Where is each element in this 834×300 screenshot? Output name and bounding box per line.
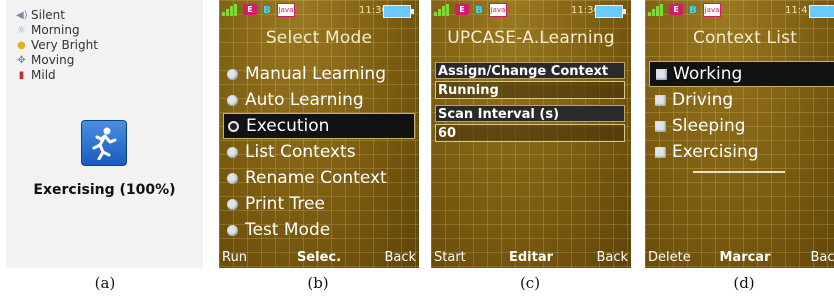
context-label: Mild bbox=[31, 68, 56, 82]
checkbox-icon[interactable] bbox=[655, 146, 666, 158]
assign-context-label: Assign/Change Context bbox=[435, 62, 625, 79]
e-badge-icon: E bbox=[243, 4, 257, 15]
checkbox-icon[interactable] bbox=[655, 94, 666, 106]
softkey-bar: Start Editar Back bbox=[431, 246, 631, 268]
list-item-label: Sleeping bbox=[672, 116, 746, 136]
context-label: Very Bright bbox=[31, 38, 98, 52]
e-badge-icon: E bbox=[669, 4, 683, 15]
running-person-icon bbox=[81, 120, 127, 166]
context-label: Moving bbox=[31, 53, 75, 67]
scan-interval-label: Scan Interval (s) bbox=[435, 105, 625, 122]
lightbulb-icon: ● bbox=[17, 40, 26, 51]
page-title: UPCASE-A.Learning bbox=[447, 28, 615, 48]
activity-label: Exercising (100%) bbox=[33, 182, 176, 198]
softkey-bar: Run Selec. Back bbox=[219, 246, 419, 268]
softkey-back[interactable]: Back bbox=[384, 250, 416, 265]
context-list-menu: Working Driving Sleeping Exercising bbox=[649, 61, 834, 165]
panel-c-learning-form: E ʙ Java 11:36 UPCASE-A.Learning Assign/… bbox=[431, 0, 631, 268]
radio-selected-icon bbox=[228, 120, 239, 132]
menu-item-list-contexts[interactable]: List Contexts bbox=[223, 139, 415, 165]
java-badge-icon: Java bbox=[489, 3, 507, 17]
menu-item-label: Print Tree bbox=[245, 194, 325, 214]
list-item-sleeping[interactable]: Sleeping bbox=[649, 113, 834, 139]
list-item-label: Working bbox=[673, 64, 743, 84]
context-item-silent: ◀) Silent bbox=[16, 8, 98, 23]
list-item-driving[interactable]: Driving bbox=[649, 87, 834, 113]
checkbox-icon[interactable] bbox=[655, 120, 666, 132]
radio-icon bbox=[227, 224, 238, 236]
divider bbox=[693, 171, 785, 173]
battery-icon bbox=[595, 5, 626, 18]
context-item-mild: ▮ Mild bbox=[16, 68, 98, 83]
softkey-bar: Delete Marcar Back bbox=[645, 246, 834, 268]
radio-icon bbox=[227, 172, 238, 184]
e-badge-icon: E bbox=[455, 4, 469, 15]
panel-a-context-view: ◀) Silent ☼ Morning ● Very Bright ✥ Movi… bbox=[6, 0, 203, 268]
softkey-back[interactable]: Back bbox=[596, 250, 628, 265]
signal-icon bbox=[648, 4, 663, 16]
context-item-very-bright: ● Very Bright bbox=[16, 38, 98, 53]
panel-b-select-mode: E ʙ Java 11:36 Select Mode Manual Learni… bbox=[219, 0, 419, 268]
bluetooth-icon: ʙ bbox=[689, 2, 697, 16]
caption-a: (a) bbox=[94, 274, 116, 292]
signal-icon bbox=[222, 4, 237, 16]
caption-d: (d) bbox=[733, 274, 755, 292]
sun-icon: ☼ bbox=[17, 25, 26, 36]
status-bar: E ʙ Java 11:36 bbox=[219, 0, 419, 28]
assign-context-field[interactable]: Running bbox=[435, 81, 625, 99]
bluetooth-icon: ʙ bbox=[475, 2, 483, 16]
list-item-working[interactable]: Working bbox=[649, 61, 834, 87]
mode-menu: Manual Learning Auto Learning Execution … bbox=[223, 61, 415, 243]
softkey-mark[interactable]: Marcar bbox=[645, 250, 834, 265]
list-item-label: Driving bbox=[672, 90, 734, 110]
menu-item-print-tree[interactable]: Print Tree bbox=[223, 191, 415, 217]
radio-icon bbox=[227, 68, 238, 80]
battery-icon bbox=[809, 5, 834, 18]
menu-item-test-mode[interactable]: Test Mode bbox=[223, 217, 415, 243]
status-bar: E ʙ Java 11:36 bbox=[431, 0, 631, 28]
caption-c: (c) bbox=[519, 274, 541, 292]
radio-icon bbox=[227, 146, 238, 158]
radio-icon bbox=[227, 94, 238, 106]
list-item-label: Exercising bbox=[672, 142, 759, 162]
menu-item-execution[interactable]: Execution bbox=[223, 113, 415, 139]
softkey-back[interactable]: Back bbox=[810, 250, 834, 265]
java-badge-icon: Java bbox=[277, 3, 295, 17]
menu-item-label: List Contexts bbox=[245, 142, 356, 162]
context-label: Morning bbox=[31, 23, 80, 37]
status-bar: E ʙ Java 11:41 bbox=[645, 0, 834, 28]
caption-b: (b) bbox=[307, 274, 329, 292]
page-title: Context List bbox=[692, 28, 798, 48]
battery-icon bbox=[383, 5, 414, 18]
radio-icon bbox=[227, 198, 238, 210]
menu-item-label: Execution bbox=[246, 116, 330, 136]
menu-item-label: Rename Context bbox=[245, 168, 387, 188]
menu-item-manual-learning[interactable]: Manual Learning bbox=[223, 61, 415, 87]
context-item-moving: ✥ Moving bbox=[16, 53, 98, 68]
panel-d-context-list: E ʙ Java 11:41 Context List Working Driv… bbox=[645, 0, 834, 268]
checkbox-icon[interactable] bbox=[656, 68, 667, 80]
context-list: ◀) Silent ☼ Morning ● Very Bright ✥ Movi… bbox=[16, 8, 98, 83]
menu-item-label: Manual Learning bbox=[245, 64, 386, 84]
menu-item-label: Auto Learning bbox=[245, 90, 364, 110]
speaker-icon: ◀) bbox=[16, 10, 28, 21]
list-item-exercising[interactable]: Exercising bbox=[649, 139, 834, 165]
signal-icon bbox=[434, 4, 449, 16]
moving-icon: ✥ bbox=[17, 55, 26, 66]
scan-interval-field[interactable]: 60 bbox=[435, 124, 625, 142]
menu-item-label: Test Mode bbox=[245, 220, 331, 240]
page-title: Select Mode bbox=[265, 28, 373, 48]
context-label: Silent bbox=[31, 8, 65, 22]
context-item-morning: ☼ Morning bbox=[16, 23, 98, 38]
bluetooth-icon: ʙ bbox=[263, 2, 271, 16]
menu-item-auto-learning[interactable]: Auto Learning bbox=[223, 87, 415, 113]
menu-item-rename-context[interactable]: Rename Context bbox=[223, 165, 415, 191]
thermometer-icon: ▮ bbox=[18, 70, 25, 81]
java-badge-icon: Java bbox=[703, 3, 721, 17]
